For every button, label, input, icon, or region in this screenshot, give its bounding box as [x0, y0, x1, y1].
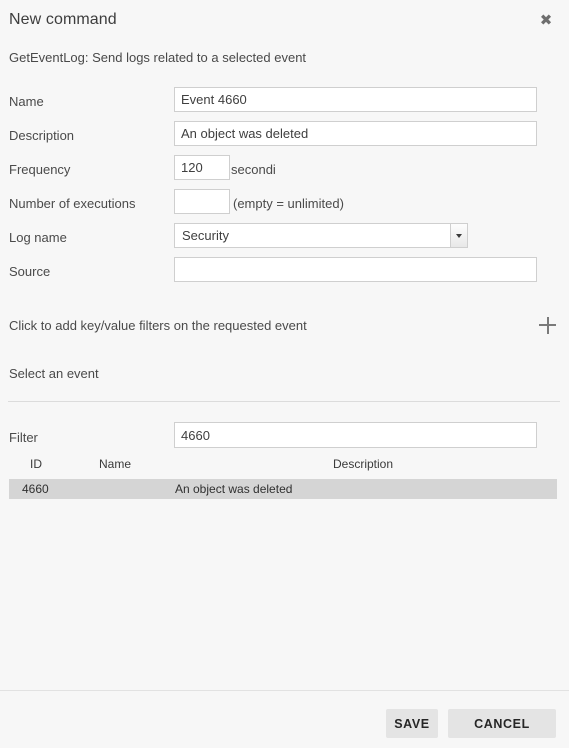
- source-input[interactable]: [174, 257, 537, 282]
- frequency-input[interactable]: [174, 155, 230, 180]
- table-row[interactable]: 4660 An object was deleted: [9, 479, 557, 499]
- section-divider: [8, 401, 560, 402]
- number-of-executions-input[interactable]: [174, 189, 230, 214]
- dialog-header: New command ✖: [0, 0, 569, 44]
- log-name-select[interactable]: Security: [174, 223, 468, 248]
- column-header-id: ID: [30, 457, 42, 471]
- events-table: ID Name Description 4660 An object was d…: [0, 457, 569, 499]
- cell-id: 4660: [22, 482, 49, 496]
- form-row-frequency: Frequency secondi: [0, 154, 569, 188]
- form-row-log-name: Log name Security: [0, 222, 569, 256]
- column-header-name: Name: [99, 457, 132, 471]
- chevron-down-icon[interactable]: [450, 224, 467, 247]
- executions-hint-label: (empty = unlimited): [233, 196, 344, 211]
- label-number-of-executions: Number of executions: [9, 196, 136, 211]
- name-input[interactable]: [174, 87, 537, 112]
- label-description: Description: [9, 128, 75, 143]
- column-header-description: Description: [333, 457, 394, 471]
- command-form: Name Description Frequency secondi Numbe…: [0, 86, 569, 290]
- page-title: New command: [9, 11, 117, 28]
- event-filter-input[interactable]: [174, 422, 537, 448]
- label-filter: Filter: [9, 430, 38, 445]
- description-input[interactable]: [174, 121, 537, 146]
- dialog-subtitle: GetEventLog: Send logs related to a sele…: [9, 50, 307, 65]
- label-log-name: Log name: [9, 230, 67, 245]
- frequency-unit-label: secondi: [231, 162, 276, 177]
- label-frequency: Frequency: [9, 162, 71, 177]
- cell-description: An object was deleted: [175, 482, 293, 496]
- close-icon[interactable]: ✖: [535, 10, 557, 32]
- label-name: Name: [9, 94, 44, 109]
- label-source: Source: [9, 264, 51, 279]
- key-value-filters-row[interactable]: Click to add key/value filters on the re…: [0, 314, 569, 338]
- form-row-executions: Number of executions (empty = unlimited): [0, 188, 569, 222]
- plus-icon[interactable]: [539, 316, 557, 334]
- form-row-description: Description: [0, 120, 569, 154]
- log-name-selected-value: Security: [182, 228, 229, 243]
- form-row-name: Name: [0, 86, 569, 120]
- key-value-filters-label: Click to add key/value filters on the re…: [9, 318, 307, 333]
- cancel-button[interactable]: CANCEL: [448, 709, 556, 738]
- save-button[interactable]: SAVE: [386, 709, 438, 738]
- form-row-source: Source: [0, 256, 569, 290]
- new-command-dialog: New command ✖ GetEventLog: Send logs rel…: [0, 0, 569, 748]
- events-table-header: ID Name Description: [0, 457, 569, 475]
- select-event-heading: Select an event: [9, 366, 99, 381]
- dialog-footer: SAVE CANCEL: [0, 691, 569, 748]
- event-filter-row: Filter: [0, 422, 569, 450]
